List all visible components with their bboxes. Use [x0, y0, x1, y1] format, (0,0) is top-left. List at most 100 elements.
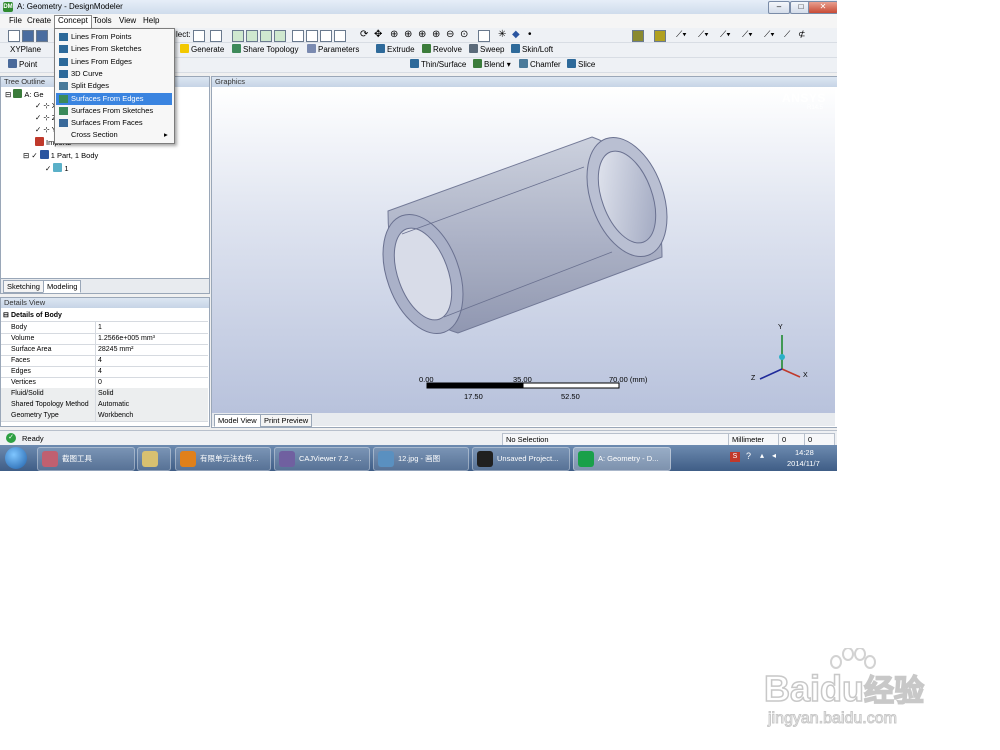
taskbar-task[interactable]: CAJViewer 7.2 - ...: [274, 447, 370, 471]
graphics-viewport[interactable]: ANSYS R14.5 0.00 35.00 70.00 (mm) 17.50 …: [212, 87, 835, 413]
menu-bar: File Create Concept Tools View Help: [0, 14, 837, 28]
concept-menu-item[interactable]: 3D Curve: [56, 68, 172, 80]
tab-model-view[interactable]: Model View: [214, 414, 261, 427]
slice-icon: [567, 59, 576, 68]
taskbar-task[interactable]: Unsaved Project...: [472, 447, 570, 471]
select-points-icon[interactable]: [232, 30, 244, 42]
share-topology-button[interactable]: Share Topology: [230, 44, 300, 56]
constraint-3-icon[interactable]: ⟋▾: [720, 29, 731, 40]
display-model-icon[interactable]: ◆: [512, 29, 520, 40]
slice-button[interactable]: Slice: [565, 59, 597, 71]
minimize-button[interactable]: –: [768, 1, 790, 14]
constraint-2-icon[interactable]: ⟋▾: [698, 29, 709, 40]
concept-menu-item[interactable]: Surfaces From Faces: [56, 117, 172, 129]
tray-app-icon[interactable]: S: [730, 452, 740, 462]
rotate-icon[interactable]: ⟳: [360, 29, 368, 40]
point-button[interactable]: Point: [6, 59, 39, 71]
select-bodies-icon[interactable]: [274, 30, 286, 42]
concept-menu-item[interactable]: Lines From Points: [56, 31, 172, 43]
menu-create[interactable]: Create: [24, 16, 54, 25]
concept-menu-item[interactable]: Surfaces From Edges: [56, 92, 172, 105]
expand-icon[interactable]: [320, 30, 332, 42]
tray-help-icon[interactable]: ?: [746, 451, 751, 461]
menu-file[interactable]: File: [6, 16, 25, 25]
zoom-out-icon[interactable]: ⊖: [446, 29, 454, 40]
watermark-cn-text: 经验: [863, 674, 925, 709]
blend-label: Blend: [484, 60, 505, 69]
clock-date[interactable]: 2014/11/7: [787, 459, 820, 468]
extrude-button[interactable]: Extrude: [374, 44, 417, 56]
axis-z-label: Z: [751, 375, 756, 382]
zoom-fit-icon[interactable]: ⊕: [418, 29, 426, 40]
constraint-4-icon[interactable]: ⟋▾: [742, 29, 753, 40]
taskbar-task[interactable]: 有限单元法在传...: [175, 447, 271, 471]
details-header-label: Details of Body: [11, 312, 62, 319]
menu-concept[interactable]: Concept: [54, 15, 92, 28]
concept-menu-item[interactable]: Surfaces From Sketches: [56, 105, 172, 117]
magnifier-icon[interactable]: ⊙: [460, 29, 468, 40]
constraint-5-icon[interactable]: ⟋▾: [764, 29, 775, 40]
skin-loft-button[interactable]: Skin/Loft: [509, 44, 555, 56]
menu-view[interactable]: View: [116, 16, 139, 25]
taskbar-task[interactable]: 截图工具: [37, 447, 135, 471]
generate-button[interactable]: Generate: [178, 44, 226, 56]
hollow-cylinder-model[interactable]: [368, 126, 682, 344]
taskbar-task[interactable]: A: Geometry - D...: [573, 447, 671, 471]
revolve-label: Revolve: [433, 45, 462, 54]
tray-arrow-icon[interactable]: ▴: [760, 451, 764, 460]
start-button[interactable]: [5, 447, 27, 469]
menu-tools[interactable]: Tools: [90, 16, 115, 25]
task-app-icon: [477, 451, 493, 467]
extrude-icon: [376, 44, 385, 53]
concept-menu-item[interactable]: Lines From Sketches: [56, 43, 172, 55]
parameters-button[interactable]: Parameters: [305, 44, 361, 56]
save-icon[interactable]: [22, 30, 34, 42]
view-history-icon[interactable]: [478, 30, 490, 42]
plane-select[interactable]: XYPlane: [8, 44, 43, 56]
share-topology-label: Share Topology: [243, 45, 299, 54]
clock-time[interactable]: 14:28: [795, 448, 814, 457]
concept-menu-item[interactable]: Lines From Edges: [56, 56, 172, 68]
display-point-icon[interactable]: •: [528, 29, 532, 40]
revolve-button[interactable]: Revolve: [420, 44, 464, 56]
select-edges-icon[interactable]: [246, 30, 258, 42]
shrink-icon[interactable]: [334, 30, 346, 42]
color-box-2-icon[interactable]: [654, 30, 666, 42]
sweep-button[interactable]: Sweep: [467, 44, 506, 56]
select-mode-icon[interactable]: [193, 30, 205, 42]
details-row[interactable]: Geometry Type Workbench: [1, 410, 208, 422]
zoom-in-icon[interactable]: ⊕: [432, 29, 440, 40]
color-box-1-icon[interactable]: [632, 30, 644, 42]
constraint-6-icon[interactable]: ⟋: [784, 29, 790, 40]
constraint-1-icon[interactable]: ⟋▾: [676, 29, 687, 40]
taskbar-task[interactable]: [137, 447, 171, 471]
pan-icon[interactable]: ✥: [374, 29, 382, 40]
select-filter-icon[interactable]: [210, 30, 222, 42]
close-button[interactable]: ✕: [808, 1, 837, 14]
blend-button[interactable]: Blend ▾: [471, 59, 513, 71]
taskbar-task[interactable]: 12.jpg - 画图: [373, 447, 469, 471]
zoom-box-icon[interactable]: ⊕: [404, 29, 412, 40]
menu-help[interactable]: Help: [140, 16, 162, 25]
thin-surface-button[interactable]: Thin/Surface: [408, 59, 468, 71]
chamfer-button[interactable]: Chamfer: [517, 59, 563, 71]
tab-sketching[interactable]: Sketching: [3, 280, 44, 293]
look-at-icon[interactable]: ✳: [498, 29, 506, 40]
select-faces-icon[interactable]: [260, 30, 272, 42]
details-header[interactable]: ⊟ Details of Body: [1, 310, 208, 322]
concept-menu-item-label: Surfaces From Faces: [71, 118, 143, 128]
tab-modeling[interactable]: Modeling: [43, 280, 82, 293]
constraint-7-icon[interactable]: ⊄: [798, 29, 806, 40]
tree-part[interactable]: ⊟ ✓ 1 Part, 1 Body: [23, 150, 98, 160]
tray-volume-icon[interactable]: ◂: [772, 451, 776, 460]
tree-root[interactable]: ⊟ A: Ge: [5, 89, 44, 99]
new-icon[interactable]: [8, 30, 20, 42]
tab-print-preview[interactable]: Print Preview: [260, 414, 313, 427]
save-as-icon[interactable]: [36, 30, 48, 42]
concept-menu-item[interactable]: Split Edges: [56, 80, 172, 92]
extend-icon[interactable]: [306, 30, 318, 42]
tree-body[interactable]: ✓ 1: [45, 163, 69, 173]
select-all-icon[interactable]: [292, 30, 304, 42]
concept-menu-item[interactable]: Cross Section ▸: [56, 129, 172, 141]
zoom-icon[interactable]: ⊕: [390, 29, 398, 40]
